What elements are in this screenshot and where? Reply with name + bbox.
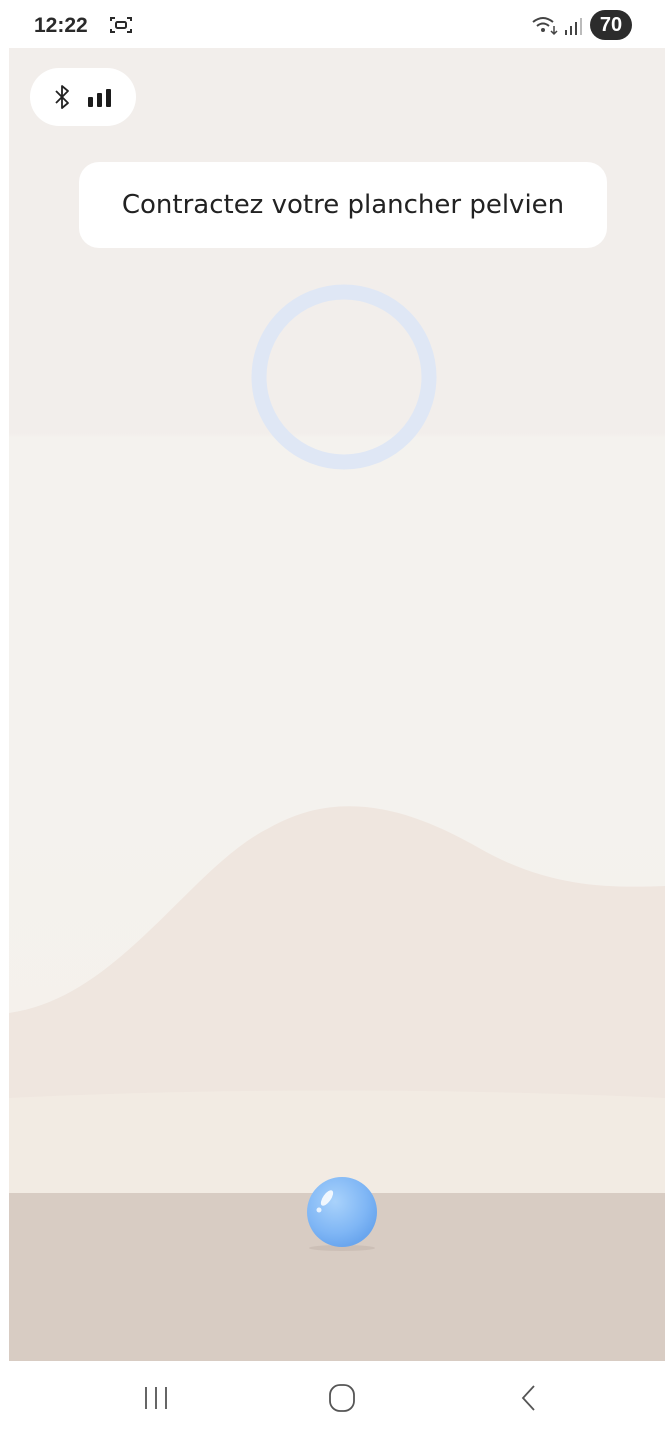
instruction-text: Contractez votre plancher pelvien — [121, 190, 565, 220]
home-icon[interactable] — [325, 1383, 359, 1413]
target-ring — [251, 284, 437, 470]
signal-icon — [565, 18, 582, 35]
hill-background — [9, 806, 665, 1208]
instruction-card: Contractez votre plancher pelvien — [79, 162, 607, 248]
screenshot-icon — [110, 17, 132, 33]
recents-icon[interactable] — [140, 1385, 172, 1411]
back-icon[interactable] — [516, 1383, 542, 1413]
wifi-icon — [532, 17, 558, 36]
status-time: 12:22 — [34, 14, 88, 37]
battery-level-icon — [88, 89, 111, 107]
battery-badge: 70 — [590, 10, 632, 40]
status-bar: 12:22 70 — [0, 0, 665, 48]
device-status-pill[interactable] — [30, 68, 136, 126]
exercise-screen: Contractez votre plancher pelvien — [9, 48, 665, 1361]
player-ball — [307, 1177, 377, 1251]
navigation-bar — [0, 1361, 665, 1433]
bluetooth-icon — [55, 85, 69, 109]
